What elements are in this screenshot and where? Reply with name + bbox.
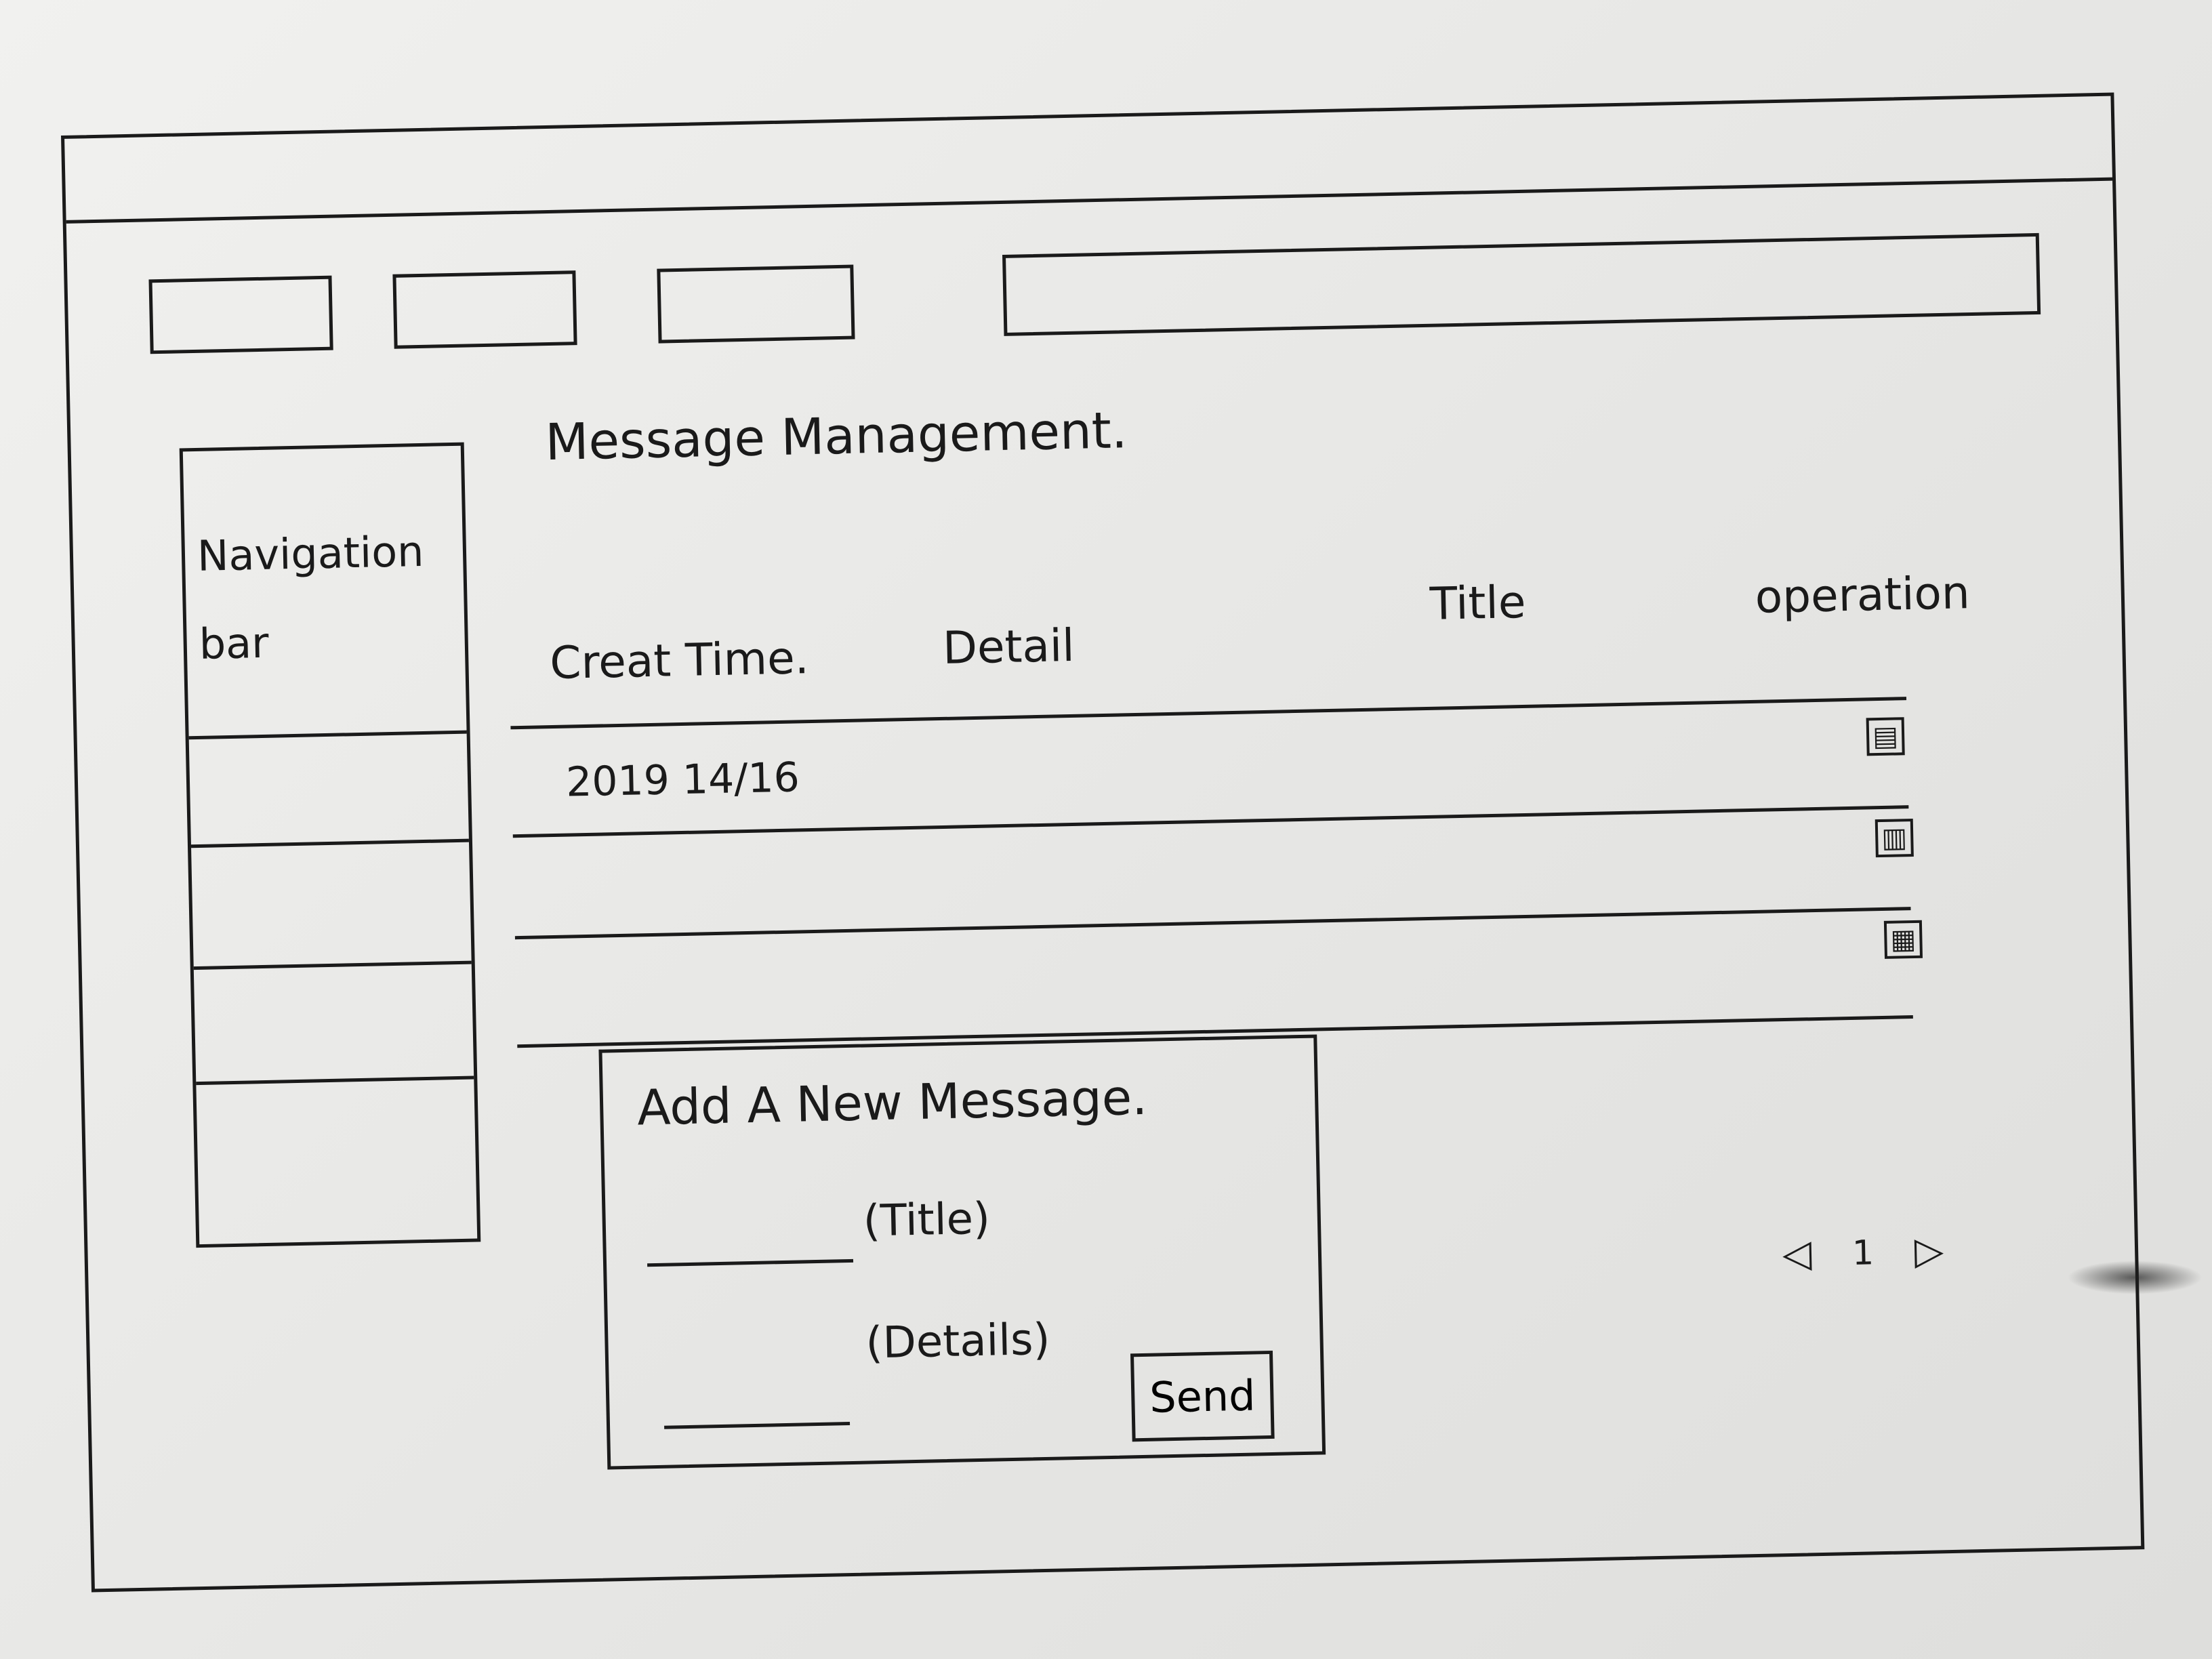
sidebar-title: Navigation bar xyxy=(197,526,425,669)
navigation-sidebar: Navigation bar xyxy=(179,442,481,1248)
table-row[interactable]: ▥ xyxy=(507,507,1914,858)
window-title-bar xyxy=(66,177,2113,224)
details-field-label: (Details) xyxy=(865,1314,1051,1369)
row-create-time: 2019 14/16 xyxy=(565,754,800,806)
column-header-title: Title xyxy=(1429,575,1527,630)
table-header-divider xyxy=(510,697,1907,730)
message-table: Creat Time. Detail Title operation 2019 … xyxy=(507,507,1970,1048)
details-field[interactable] xyxy=(663,1380,851,1429)
page-number-current[interactable]: 1 xyxy=(1852,1233,1875,1273)
sidebar-item-2[interactable] xyxy=(190,838,472,957)
triangle-left-icon[interactable]: ◁ xyxy=(1782,1231,1811,1276)
pagination: ◁ 1 ▷ xyxy=(1782,1229,1944,1276)
top-nav-button-2[interactable] xyxy=(392,270,577,349)
app-window: Navigation bar Message Management. Creat… xyxy=(61,92,2145,1593)
column-header-create-time: Creat Time. xyxy=(549,632,810,690)
delete-icon[interactable]: ▥ xyxy=(1875,818,1914,858)
paper-background: Navigation bar Message Management. Creat… xyxy=(0,0,2212,1659)
table-row[interactable]: ▦ xyxy=(507,507,1923,959)
row-divider xyxy=(512,805,1909,838)
edit-icon[interactable]: ▦ xyxy=(1883,920,1923,959)
file-icon[interactable]: ▤ xyxy=(1866,717,1905,756)
pencil-smudge xyxy=(2067,1261,2203,1294)
page-title: Message Management. xyxy=(544,401,1128,472)
top-nav-button-3[interactable] xyxy=(657,264,855,344)
sidebar-item-1[interactable] xyxy=(188,730,469,848)
title-field[interactable] xyxy=(646,1216,854,1267)
new-message-heading: Add A New Message. xyxy=(636,1068,1148,1136)
sidebar-item-4[interactable] xyxy=(196,1076,476,1194)
search-input[interactable] xyxy=(1002,232,2041,336)
row-divider xyxy=(514,907,1911,940)
column-header-operation: operation xyxy=(1755,567,1971,623)
send-button[interactable]: Send xyxy=(1130,1350,1275,1442)
table-row[interactable]: 2019 14/16 ▤ xyxy=(507,507,1905,806)
top-nav-button-1[interactable] xyxy=(148,275,333,354)
column-header-detail: Detail xyxy=(942,619,1076,674)
sidebar-item-3[interactable] xyxy=(193,960,474,1079)
triangle-right-icon[interactable]: ▷ xyxy=(1914,1229,1944,1273)
title-field-label: (Title) xyxy=(863,1193,991,1247)
new-message-form: Add A New Message. (Title) (Details) Sen… xyxy=(598,1034,1326,1470)
